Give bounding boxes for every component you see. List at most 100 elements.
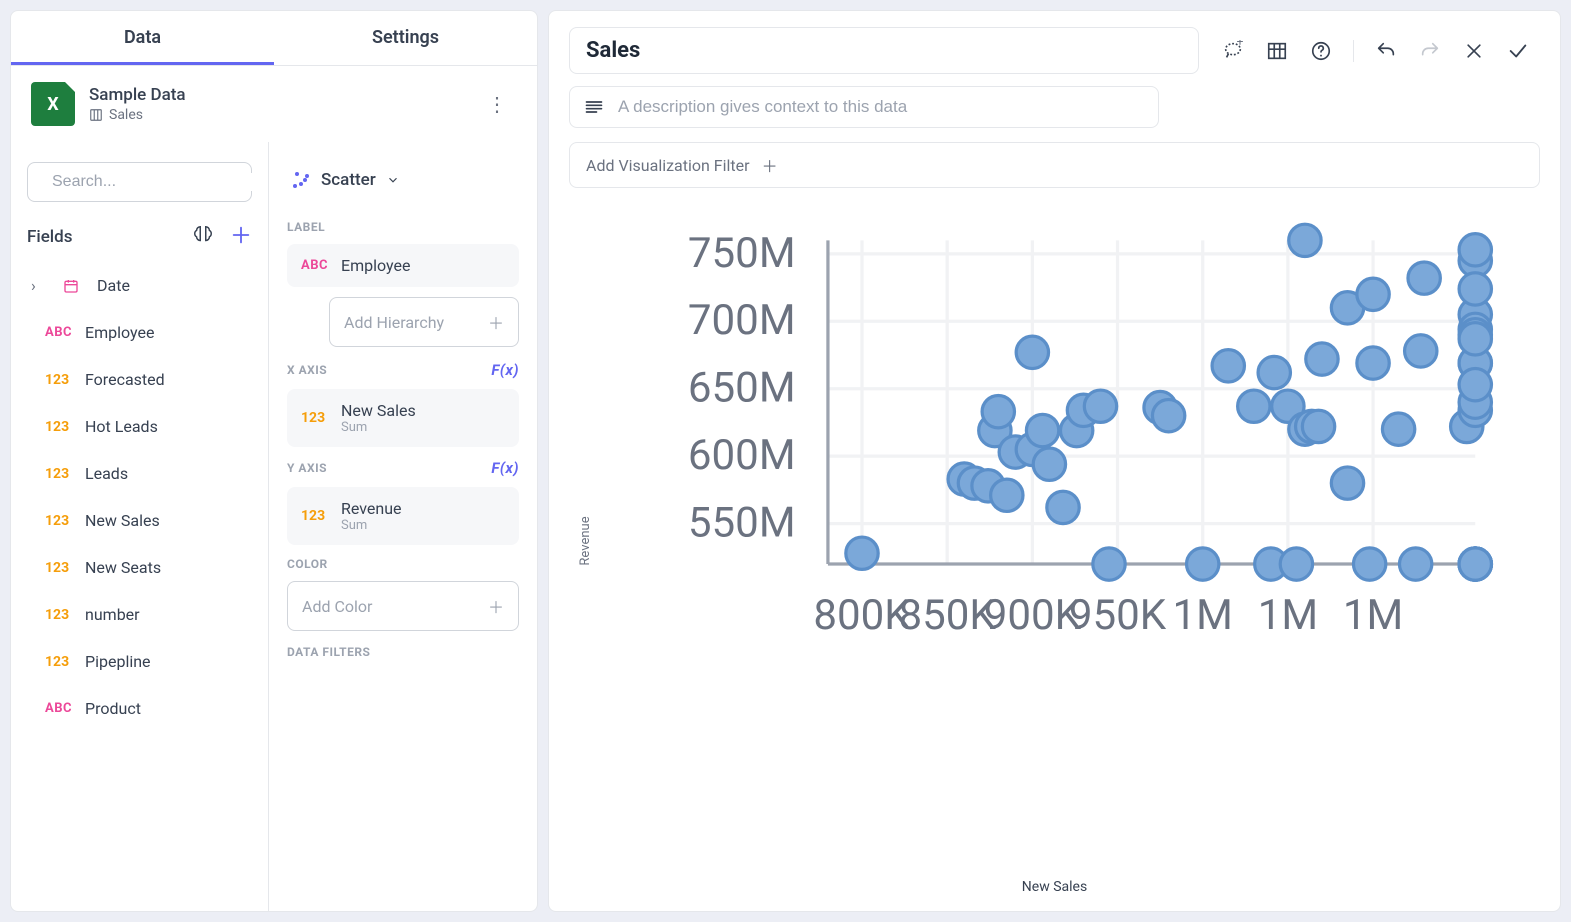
svg-text:600M: 600M xyxy=(688,431,796,480)
type-number-icon: 123 xyxy=(301,410,329,426)
type-number-icon: 123 xyxy=(45,419,73,435)
add-hierarchy-button[interactable]: Add Hierarchy ＋ xyxy=(329,297,519,347)
field-hot-leads[interactable]: 123 Hot Leads xyxy=(27,403,252,450)
add-vis-filter-button[interactable]: Add Visualization Filter ＋ xyxy=(569,142,1540,188)
svg-text:550M: 550M xyxy=(688,499,796,548)
chevron-down-icon xyxy=(386,173,400,187)
type-number-icon: 123 xyxy=(45,513,73,529)
svg-text:850K: 850K xyxy=(899,591,997,640)
calendar-icon xyxy=(57,278,85,294)
label-drop[interactable]: ABC Employee xyxy=(287,244,519,287)
field-leads[interactable]: 123 Leads xyxy=(27,450,252,497)
redo-icon[interactable] xyxy=(1418,39,1442,63)
svg-text:700M: 700M xyxy=(688,296,796,345)
x-axis-label: New Sales xyxy=(569,879,1540,895)
datasource-name: Sample Data xyxy=(89,85,186,105)
tab-data[interactable]: Data xyxy=(11,11,274,65)
chart-type-label: Scatter xyxy=(321,170,376,190)
field-number[interactable]: 123 number xyxy=(27,591,252,638)
chart-type-selector[interactable]: Scatter xyxy=(287,162,519,208)
filter-btn-label: Add Visualization Filter xyxy=(586,156,750,175)
datasource-table: Sales xyxy=(109,107,143,123)
table-icon xyxy=(89,108,103,122)
add-color-button[interactable]: Add Color ＋ xyxy=(287,581,519,631)
field-label: number xyxy=(85,605,140,624)
left-panel: Data Settings X Sample Data Sales ⋮ xyxy=(10,10,538,912)
section-xaxis: X AXISF(x) xyxy=(287,361,519,379)
svg-text:950K: 950K xyxy=(1069,591,1167,640)
field-product[interactable]: ABC Product xyxy=(27,685,252,732)
type-number-icon: 123 xyxy=(45,466,73,482)
svg-text:1M: 1M xyxy=(1343,591,1403,640)
xaxis-drop[interactable]: 123 New Sales Sum xyxy=(287,389,519,447)
field-label: New Sales xyxy=(85,511,160,530)
type-number-icon: 123 xyxy=(45,607,73,623)
confirm-icon[interactable] xyxy=(1506,39,1530,63)
excel-icon: X xyxy=(31,82,75,126)
description-input[interactable] xyxy=(618,97,1144,117)
svg-text:650M: 650M xyxy=(688,364,796,413)
drop-field-name: Revenue xyxy=(341,499,402,518)
field-label: Employee xyxy=(85,323,154,342)
field-label: Product xyxy=(85,699,141,718)
section-color: COLOR xyxy=(287,557,519,571)
drop-agg: Sum xyxy=(341,420,416,435)
svg-text:800K: 800K xyxy=(813,591,911,640)
drop-field-name: New Sales xyxy=(341,401,416,420)
ghost-label: Add Color xyxy=(302,597,372,616)
plus-icon: ＋ xyxy=(488,594,504,618)
datasource-menu-button[interactable]: ⋮ xyxy=(477,86,517,122)
fields-list: › Date ABC Employee 123 Forecasted 123 Hot … xyxy=(27,262,252,911)
fields-title: Fields xyxy=(27,227,72,247)
field-label: Hot Leads xyxy=(85,417,158,436)
field-label: Date xyxy=(97,276,130,295)
field-pipeline[interactable]: 123Pipepline xyxy=(27,638,252,685)
drop-agg: Sum xyxy=(341,518,402,533)
field-new-seats[interactable]: 123 New Seats xyxy=(27,544,252,591)
field-label: Forecasted xyxy=(85,370,165,389)
scatter-chart[interactable]: 550M 600M 650M 700M 750M 800K850K900K950K 1M 1M… xyxy=(569,208,1540,694)
section-yaxis: Y AXISF(x) xyxy=(287,459,519,477)
svg-text:+: + xyxy=(1237,40,1244,49)
help-icon[interactable] xyxy=(1309,39,1333,63)
field-employee[interactable]: ABC Employee xyxy=(27,309,252,356)
table-view-icon[interactable] xyxy=(1265,39,1289,63)
undo-icon[interactable] xyxy=(1374,39,1398,63)
paragraph-icon xyxy=(584,97,604,117)
fx-button[interactable]: F(x) xyxy=(491,361,519,379)
plus-icon: ＋ xyxy=(488,310,504,334)
fields-search[interactable] xyxy=(27,162,252,202)
chevron-right-icon: › xyxy=(31,276,45,295)
description-row[interactable] xyxy=(569,86,1159,128)
drop-field-name: Employee xyxy=(341,256,410,275)
visualization-panel: Sales + Add Visualization Filter ＋ Reven… xyxy=(548,10,1561,912)
section-data-filters: DATA FILTERS xyxy=(287,645,519,659)
type-number-icon: 123 xyxy=(45,372,73,388)
field-label: New Seats xyxy=(85,558,161,577)
svg-text:750M: 750M xyxy=(688,229,796,278)
field-forecasted[interactable]: 123 Forecasted xyxy=(27,356,252,403)
field-label: Leads xyxy=(85,464,128,483)
ghost-label: Add Hierarchy xyxy=(344,313,444,332)
field-new-sales[interactable]: 123 New Sales xyxy=(27,497,252,544)
ai-fields-icon[interactable] xyxy=(192,224,214,250)
add-field-button[interactable] xyxy=(230,224,252,250)
type-number-icon: 123 xyxy=(45,560,73,576)
field-date[interactable]: › Date xyxy=(27,262,252,309)
section-label: LABEL xyxy=(287,220,519,234)
yaxis-drop[interactable]: 123 Revenue Sum xyxy=(287,487,519,545)
svg-text:900K: 900K xyxy=(984,591,1082,640)
tab-settings[interactable]: Settings xyxy=(274,11,537,65)
close-icon[interactable] xyxy=(1462,39,1486,63)
vis-title-input[interactable]: Sales xyxy=(569,27,1199,74)
type-text-icon: ABC xyxy=(45,325,73,340)
fx-button[interactable]: F(x) xyxy=(491,459,519,477)
type-number-icon: 123 xyxy=(301,508,329,524)
svg-text:1M: 1M xyxy=(1258,591,1318,640)
field-label: Pipepline xyxy=(85,652,151,671)
type-text-icon: ABC xyxy=(301,258,329,273)
type-text-icon: ABC xyxy=(45,701,73,716)
search-input[interactable] xyxy=(52,173,259,191)
lasso-icon[interactable]: + xyxy=(1221,39,1245,63)
scatter-icon xyxy=(291,170,311,190)
